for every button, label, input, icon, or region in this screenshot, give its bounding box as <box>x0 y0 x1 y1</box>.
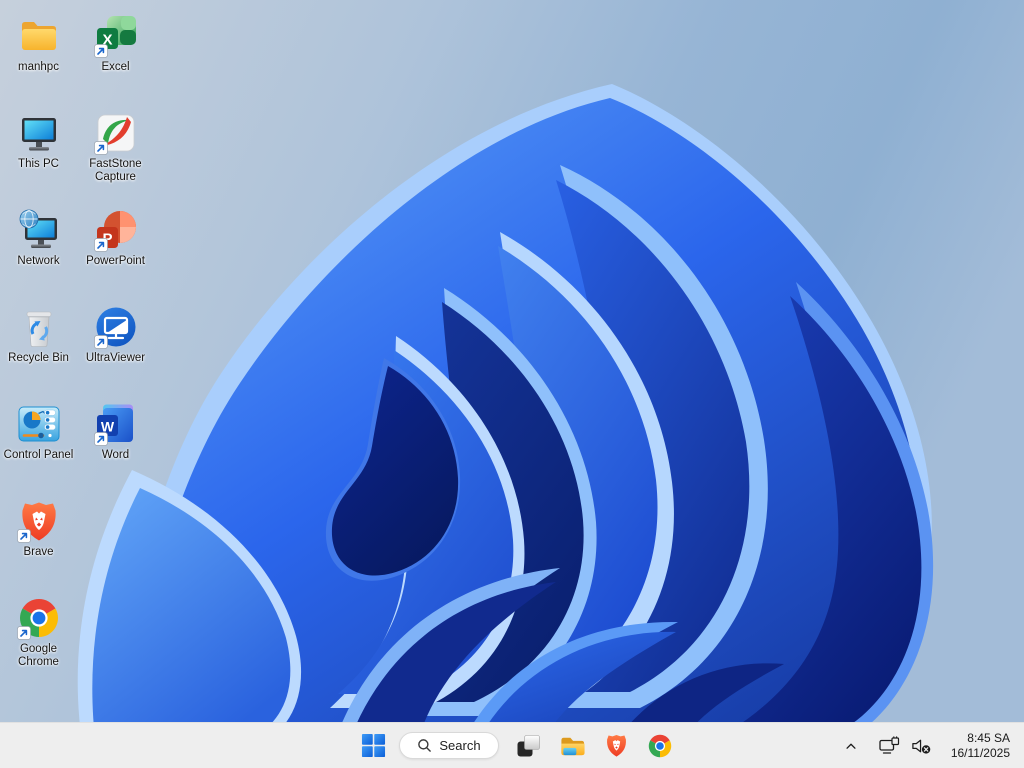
shortcut-arrow-icon <box>16 626 31 640</box>
network-volume-button[interactable] <box>872 729 939 763</box>
clock-time: 8:45 SA <box>967 730 1010 745</box>
desktop-icon-grid: manhpc This PC Network Recycle Bin Contr… <box>0 13 154 692</box>
desktop-icon-label: This PC <box>18 158 59 170</box>
desktop-icon-excel[interactable]: X Excel <box>77 13 154 110</box>
desktop-icon-ultraviewer[interactable]: UltraViewer <box>77 304 154 401</box>
volume-muted-icon <box>912 739 931 754</box>
desktop-icon-google-chrome[interactable]: Google Chrome <box>0 595 77 692</box>
shortcut-arrow-icon <box>93 44 108 58</box>
chrome-button[interactable] <box>640 726 680 766</box>
taskbar: Search 8:45 SA 16/11/2025 <box>0 722 1024 768</box>
desktop-icon-control-panel[interactable]: Control Panel <box>0 401 77 498</box>
shortcut-arrow-icon <box>93 335 108 349</box>
shortcut-arrow-icon <box>16 529 31 543</box>
desktop-icon-label: Network <box>17 255 60 267</box>
file-explorer-button[interactable] <box>552 726 592 766</box>
desktop-icon-this-pc[interactable]: This PC <box>0 110 77 207</box>
desktop-icon-brave[interactable]: Brave <box>0 498 77 595</box>
chevron-up-icon <box>846 743 856 749</box>
task-view-button[interactable] <box>508 726 548 766</box>
shortcut-arrow-icon <box>93 141 108 155</box>
shortcut-arrow-icon <box>93 432 108 446</box>
desktop-icon-label: Recycle Bin <box>8 352 69 364</box>
desktop-icon-manhpc[interactable]: manhpc <box>0 13 77 110</box>
desktop-icon-label: Control Panel <box>3 449 74 461</box>
tray-overflow-button[interactable] <box>838 730 864 762</box>
this-pc-icon <box>21 118 56 151</box>
control-panel-icon <box>18 406 59 442</box>
desktop-icon-network[interactable]: Network <box>0 207 77 304</box>
desktop-icon-faststone-capture[interactable]: FastStone Capture <box>77 110 154 207</box>
clock[interactable]: 8:45 SA 16/11/2025 <box>947 729 1018 763</box>
desktop-icon-label: UltraViewer <box>85 352 146 364</box>
shortcut-arrow-icon <box>93 238 108 252</box>
search-label: Search <box>439 738 481 753</box>
search-box[interactable]: Search <box>399 732 499 759</box>
desktop-icon-label: Brave <box>23 546 54 558</box>
brave-icon <box>606 734 626 757</box>
windows-start-icon <box>361 733 385 758</box>
task-view-icon <box>517 734 540 756</box>
desktop[interactable]: manhpc This PC Network Recycle Bin Contr… <box>0 0 1024 768</box>
desktop-icon-word[interactable]: W Word <box>77 401 154 498</box>
taskbar-center-group: Search <box>356 723 680 768</box>
file-explorer-icon <box>560 737 585 756</box>
desktop-icon-label: FastStone Capture <box>89 158 142 183</box>
clock-date: 16/11/2025 <box>950 745 1010 760</box>
ethernet-network-icon <box>879 736 899 754</box>
brave-button[interactable] <box>596 726 636 766</box>
desktop-icon-label: PowerPoint <box>86 255 145 267</box>
desktop-icon-recycle-bin[interactable]: Recycle Bin <box>0 304 77 401</box>
desktop-icon-powerpoint[interactable]: P PowerPoint <box>77 207 154 304</box>
system-tray: 8:45 SA 16/11/2025 <box>838 723 1018 768</box>
recycle-bin-icon <box>26 311 51 347</box>
desktop-icon-label: manhpc <box>18 61 59 73</box>
chrome-icon <box>648 734 672 757</box>
desktop-icon-label: Word <box>101 449 130 461</box>
start-button[interactable] <box>356 726 390 766</box>
desktop-icon-label: Google Chrome <box>18 643 59 668</box>
network-places-icon <box>19 209 57 248</box>
search-icon <box>418 739 432 752</box>
desktop-icon-label: Excel <box>101 61 130 73</box>
folder-icon <box>21 22 56 50</box>
